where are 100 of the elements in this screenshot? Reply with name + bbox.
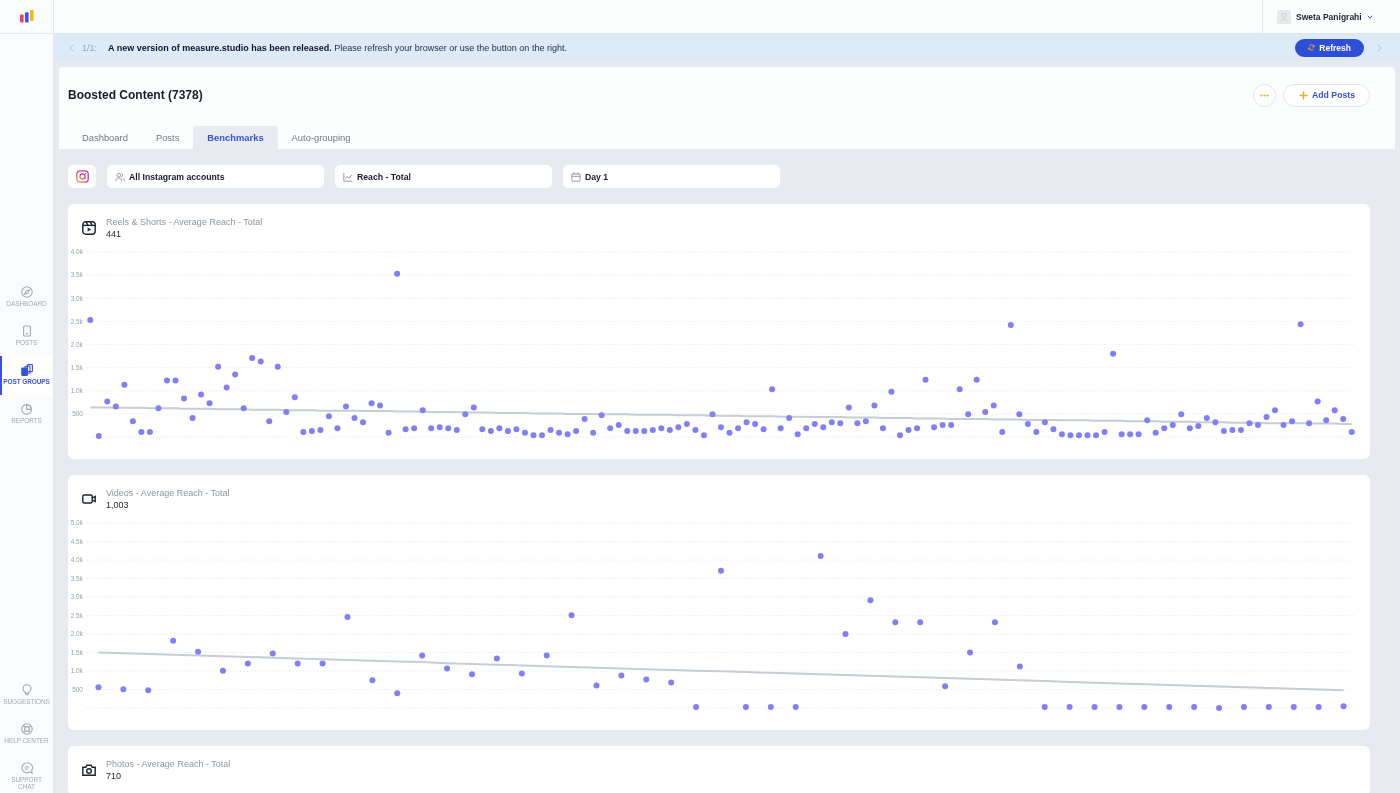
users-icon: [115, 171, 125, 182]
filter-dropdown[interactable]: Day 1: [563, 165, 780, 188]
data-point: [291, 394, 298, 401]
data-point: [394, 690, 401, 697]
data-point: [385, 429, 392, 436]
data-point: [172, 377, 179, 384]
data-point: [867, 597, 874, 604]
chevron-left-icon[interactable]: [69, 43, 74, 52]
data-point: [198, 391, 205, 398]
tab[interactable]: Auto-grouping: [277, 126, 365, 149]
data-point: [351, 415, 358, 422]
data-point: [643, 676, 650, 683]
filter-dropdown[interactable]: Reach - Total: [335, 165, 552, 188]
data-point: [206, 400, 213, 407]
chart-value: 1,003: [106, 499, 130, 511]
user-name[interactable]: Sweta Panigrahi: [1296, 11, 1362, 22]
chart-title: Videos - Average Reach - Total: [106, 487, 230, 499]
ellipsis-icon: [1260, 93, 1270, 97]
data-point: [1178, 411, 1185, 418]
data-point: [444, 665, 451, 672]
data-point: [1016, 663, 1023, 670]
data-point: [232, 371, 239, 378]
data-point: [837, 420, 844, 427]
data-point: [1280, 422, 1287, 428]
data-point: [905, 427, 912, 434]
data-point: [129, 418, 136, 425]
tab[interactable]: Dashboard: [68, 126, 142, 149]
camera-icon: [82, 763, 96, 777]
data-point: [897, 432, 903, 439]
data-point: [240, 405, 247, 412]
data-point: [1315, 703, 1322, 710]
caret-icon[interactable]: [1366, 14, 1373, 19]
data-point: [888, 388, 895, 395]
data-point: [991, 619, 998, 626]
data-point: [726, 429, 733, 436]
data-point: [547, 427, 554, 434]
data-point: [1290, 703, 1297, 710]
data-point: [777, 425, 784, 432]
chart-title: Reels & Shorts - Average Reach - Total: [106, 216, 263, 228]
data-point: [973, 376, 980, 383]
data-point: [1331, 407, 1338, 414]
data-point: [1191, 703, 1198, 710]
data-point: [368, 400, 375, 407]
data-point: [1348, 428, 1355, 435]
data-point: [598, 412, 605, 419]
data-point: [319, 660, 326, 667]
lightbulb-icon: [20, 684, 33, 696]
more-button[interactable]: [1253, 83, 1277, 107]
data-point: [1024, 421, 1031, 428]
data-point: [87, 317, 94, 323]
data-point: [1255, 422, 1261, 428]
data-point: [914, 425, 921, 432]
data-point: [1297, 321, 1304, 328]
logo-icon[interactable]: [19, 10, 34, 23]
chat-bubble-icon: [20, 762, 33, 774]
data-point: [1240, 703, 1247, 710]
data-point: [215, 363, 222, 370]
tab[interactable]: Benchmarks: [193, 126, 278, 149]
data-point: [948, 422, 955, 428]
data-point: [1272, 407, 1279, 414]
chevron-right-icon[interactable]: [1377, 43, 1382, 52]
data-point: [155, 405, 162, 412]
data-point: [369, 677, 376, 684]
data-point: [377, 402, 384, 409]
pie-chart-icon: [20, 403, 33, 415]
data-point: [1118, 431, 1125, 438]
data-point: [325, 413, 332, 420]
line-chart-icon: [343, 171, 353, 182]
chart-value: 441: [106, 228, 123, 240]
add-posts-button[interactable]: Add Posts: [1283, 83, 1370, 107]
data-point: [668, 679, 675, 686]
platform-button[interactable]: [68, 165, 96, 188]
refresh-button[interactable]: Refresh: [1295, 38, 1364, 57]
data-point: [942, 683, 949, 690]
data-point: [530, 432, 537, 439]
data-point: [1084, 432, 1091, 439]
data-point: [419, 407, 426, 414]
data-point: [1340, 415, 1347, 422]
filter-dropdown[interactable]: All Instagram accounts: [107, 165, 324, 188]
data-point: [539, 432, 545, 439]
data-point: [195, 648, 202, 655]
data-point: [95, 684, 102, 691]
data-point: [223, 384, 230, 391]
compass-icon: [20, 286, 33, 298]
data-point: [120, 686, 127, 693]
data-point: [394, 270, 401, 277]
page-title: Boosted Content (7378): [68, 88, 203, 102]
data-point: [792, 703, 799, 710]
data-point: [1212, 419, 1219, 426]
data-point: [956, 386, 963, 393]
data-point: [1066, 703, 1073, 710]
calendar-icon: [571, 171, 581, 182]
data-point: [1263, 414, 1270, 421]
refresh-icon: [1308, 44, 1316, 51]
data-point: [294, 660, 301, 667]
data-point: [334, 425, 341, 432]
data-point: [618, 672, 625, 679]
data-point: [274, 363, 281, 370]
tab[interactable]: Posts: [141, 126, 194, 149]
avatar-icon[interactable]: [1277, 9, 1291, 24]
